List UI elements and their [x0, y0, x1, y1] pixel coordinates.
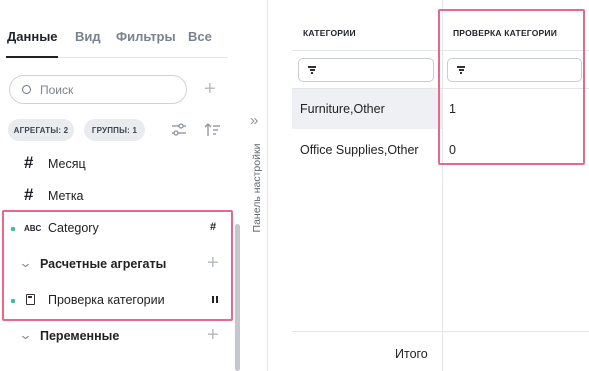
aggregates-chip-label: АГРЕГАТЫ: 2 — [13, 125, 69, 135]
groups-chip-label: ГРУППЫ: 1 — [91, 125, 138, 135]
section-variables[interactable]: ⌄ Переменные + — [0, 321, 232, 351]
hash-icon: # — [24, 185, 34, 204]
double-chevron-right-icon[interactable]: » — [250, 112, 258, 129]
table-cell[interactable]: Office Supplies,Other — [300, 143, 419, 157]
footer-divider — [292, 331, 589, 332]
groups-chip[interactable]: ГРУППЫ: 1 — [84, 119, 145, 141]
panel-divider — [267, 0, 268, 371]
settings-panel-label: Панель настройки — [251, 143, 263, 233]
sort-icon[interactable] — [204, 122, 221, 137]
tab-filters[interactable]: Фильтры — [116, 29, 176, 44]
search-input[interactable]: Поиск — [9, 75, 187, 104]
scrollbar-thumb[interactable] — [235, 224, 240, 371]
chevron-down-icon: ⌄ — [18, 327, 33, 342]
hash-icon: # — [24, 153, 34, 172]
aggregates-chip[interactable]: АГРЕГАТЫ: 2 — [8, 119, 74, 141]
table-cell[interactable]: Furniture,Other — [300, 102, 385, 116]
field-month-label: Месяц — [48, 157, 86, 171]
filter-icon — [308, 66, 316, 74]
total-label: Итого — [395, 347, 428, 361]
settings-sliders-icon[interactable] — [171, 123, 187, 137]
field-label[interactable]: # Метка — [0, 181, 232, 211]
add-field-plus-icon[interactable]: + — [204, 79, 216, 99]
active-tab-indicator — [6, 56, 58, 58]
search-icon — [22, 85, 31, 94]
search-placeholder: Поиск — [40, 83, 74, 97]
field-month[interactable]: # Месяц — [0, 149, 232, 179]
add-variable-plus-icon[interactable]: + — [207, 325, 219, 345]
filter-input-categories[interactable] — [298, 58, 434, 82]
highlight-box — [2, 210, 233, 321]
tab-all[interactable]: Все — [188, 29, 212, 44]
highlight-box — [438, 9, 585, 165]
tab-view[interactable]: Вид — [75, 29, 101, 44]
tab-data[interactable]: Данные — [7, 29, 58, 44]
column-header-categories[interactable]: КАТЕГОРИИ — [303, 28, 356, 38]
section-variables-label: Переменные — [40, 329, 120, 343]
field-label-label: Метка — [48, 189, 84, 203]
